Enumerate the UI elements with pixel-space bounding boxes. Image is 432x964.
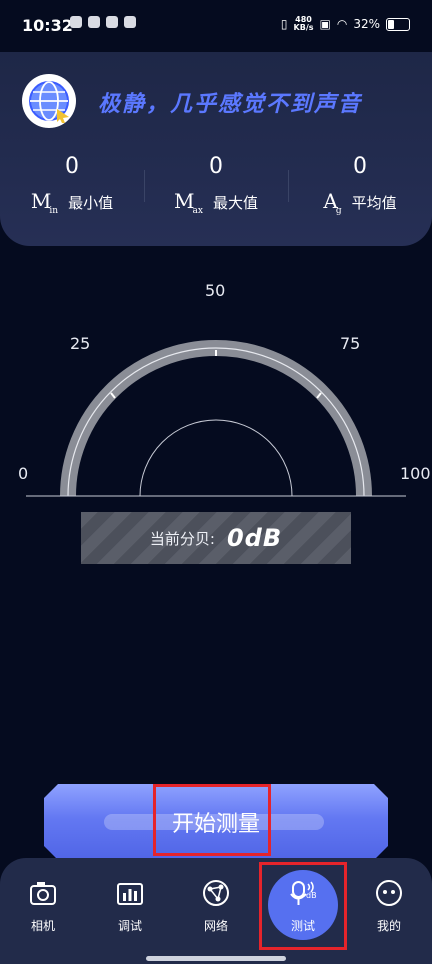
gauge-label-50: 50 [205, 281, 226, 300]
stat-label: 最小值 [68, 194, 114, 212]
stat-value: 0 [65, 154, 79, 179]
highlight-box-test-tab [259, 862, 347, 950]
notification-icons [70, 16, 136, 28]
gauge-arc [60, 340, 372, 497]
readout-label: 当前分贝: [149, 529, 215, 548]
battery-icon [386, 17, 410, 31]
min-icon: Min [30, 189, 59, 216]
current-decibel-readout: 当前分贝: 0dB [81, 512, 351, 564]
nav-label: 调试 [117, 919, 142, 933]
system-indicators: ▯ 480 KB/s ▣ ◠ 32% [281, 16, 410, 32]
gauge-label-0: 0 [18, 464, 29, 483]
nav-item-camera[interactable]: 相机 [8, 878, 78, 934]
clock: 10:32 [22, 16, 73, 35]
gauge-inner-arc [139, 419, 293, 497]
gauge-arc-inner-line [67, 347, 365, 497]
notification-icon [124, 16, 136, 28]
nav-item-mine[interactable]: 我的 [354, 878, 424, 934]
camera-icon [30, 882, 56, 905]
net-speed: 480 KB/s [293, 15, 314, 32]
highlight-box-start [153, 784, 271, 856]
max-icon: Max [174, 189, 203, 216]
divider [144, 170, 145, 202]
nav-item-network[interactable]: 网络 [181, 878, 251, 934]
stat-value: 0 [209, 154, 223, 179]
stat-label: 平均值 [351, 194, 397, 212]
sim-icon: ▣ [319, 17, 331, 31]
vibrate-icon: ▯ [280, 17, 288, 31]
nav-label: 网络 [203, 919, 228, 933]
status-bar: 10:32 ▯ 480 KB/s ▣ ◠ 32% [0, 0, 432, 52]
notification-icon [70, 16, 82, 28]
stat-avg: 0 Ag 平均值 [288, 152, 432, 232]
tiktok-icon [106, 16, 118, 28]
globe-icon [22, 74, 76, 128]
stats-row: 0 Min 最小值 0 Max 最大值 0 Ag 平均值 [0, 152, 432, 232]
nav-item-debug[interactable]: 调试 [95, 878, 165, 934]
face-icon [376, 880, 402, 906]
gauge-svg [26, 340, 406, 497]
gauge-label-25: 25 [70, 334, 91, 353]
stat-max: 0 Max 最大值 [144, 152, 288, 232]
header-card: 极静，几乎感觉不到声音 0 Min 最小值 0 Max 最大值 0 Ag 平均值 [0, 52, 432, 246]
stat-min: 0 Min 最小值 [0, 152, 144, 232]
nav-label: 我的 [376, 919, 401, 933]
divider [288, 170, 289, 202]
notification-icon [88, 16, 100, 28]
chart-icon [117, 883, 143, 905]
readout-value: 0dB [226, 524, 283, 552]
gauge-label-75: 75 [340, 334, 361, 353]
nav-label: 相机 [30, 919, 55, 933]
bottom-nav: 相机 调试 网络 dB 测试 我的 [0, 858, 432, 964]
decibel-gauge: 0 25 50 75 100 [0, 270, 432, 510]
noise-level-description: 极静，几乎感觉不到声音 [98, 92, 363, 117]
avg-icon: Ag [323, 189, 342, 216]
battery-text: 32% [353, 17, 380, 31]
wifi-icon: ◠ [336, 17, 348, 31]
stat-value: 0 [353, 154, 367, 179]
gauge-label-100: 100 [400, 464, 431, 483]
stat-label: 最大值 [212, 194, 258, 212]
network-icon [203, 880, 229, 906]
home-indicator[interactable] [146, 956, 286, 961]
